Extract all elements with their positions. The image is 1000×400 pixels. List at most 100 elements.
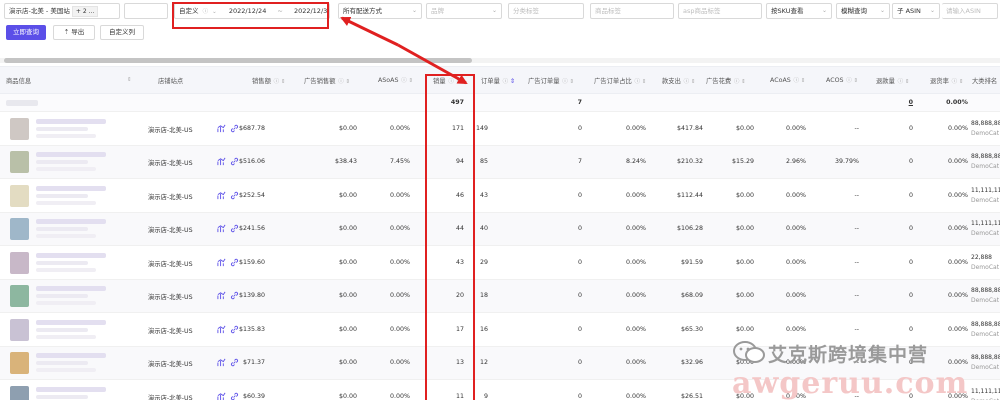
cell-ad-spend: $210.32 — [676, 158, 703, 166]
cell-ad-spend: $112.44 — [676, 191, 703, 199]
cell-orders: 43 — [479, 191, 488, 199]
table-row: 演示店-北美-US $241.56 $0.00 0.00% 44 40 0 0.00% $106… — [0, 212, 1000, 246]
product-thumbnail[interactable] — [10, 251, 29, 274]
chevron-down-icon: ⌄ — [411, 7, 417, 14]
col-asoas[interactable]: ASoAS ⓘ ⇕ — [378, 76, 413, 84]
col-acoas[interactable]: ACoAS ⓘ ⇕ — [770, 76, 805, 84]
link-icon[interactable] — [230, 358, 239, 367]
cell-ad-order-ratio: 0.00% — [625, 325, 646, 333]
horizontal-scrollbar[interactable] — [0, 58, 1000, 63]
cell-acos: 39.79% — [834, 158, 859, 166]
col-ad-sales[interactable]: 广告销售额 ⓘ ⇕ — [304, 76, 350, 85]
link-icon[interactable] — [230, 224, 239, 233]
custom-columns-button[interactable]: 自定义列 — [100, 25, 144, 40]
col-ad-cost[interactable]: 广告花费 ⓘ ⇕ — [706, 76, 746, 85]
link-icon[interactable] — [230, 392, 239, 400]
store-site: 演示店-北美-US — [148, 227, 193, 235]
export-button[interactable]: ⇡ 导出 — [53, 25, 95, 40]
cell-ad-sales: $0.00 — [338, 325, 357, 333]
cell-orders: 149 — [475, 124, 488, 132]
col-returns[interactable]: 退款量 ⓘ ⇕ — [876, 76, 910, 85]
col-orders[interactable]: 订单量 ⓘ ⇕ — [481, 76, 515, 85]
cell-rank-category: DemoCat — [971, 163, 1000, 171]
view-by-select[interactable]: 按SKU查看 ⌄ — [766, 3, 832, 19]
product-title-blurred[interactable] — [36, 286, 106, 292]
trend-chart-icon[interactable] — [217, 392, 226, 400]
col-rank[interactable]: 大类排名 — [972, 76, 997, 85]
product-title-blurred[interactable] — [36, 353, 106, 359]
summary-returns[interactable]: 0 — [909, 99, 913, 106]
sort-icon[interactable]: ⇕ — [126, 76, 132, 83]
product-thumbnail[interactable] — [10, 385, 29, 400]
cell-rank-category: DemoCat — [971, 297, 1000, 305]
site-extra-select[interactable] — [124, 3, 168, 19]
scrollbar-thumb[interactable] — [4, 58, 472, 63]
match-mode-value: 模糊查询 — [841, 7, 867, 15]
cell-rank: 11,111,11 — [971, 186, 1000, 194]
store-site: 演示店-北美-US — [148, 160, 193, 168]
product-title-blurred[interactable] — [36, 152, 106, 158]
product-thumbnail[interactable] — [10, 151, 29, 174]
col-ad-spend[interactable]: 款支出 ⓘ ⇕ — [662, 76, 696, 85]
cell-return-rate: 0.00% — [947, 325, 968, 333]
col-return-rate[interactable]: 退货率 ⓘ ⇕ — [930, 76, 964, 85]
col-sales-amount[interactable]: 销售额 ⓘ ⇕ — [252, 76, 286, 85]
cell-rank: 88,888,88 — [971, 119, 1000, 127]
product-tag-select[interactable]: 商品标签 — [590, 3, 674, 19]
store-more-tag[interactable]: + 2 ... — [71, 6, 99, 17]
product-thumbnail[interactable] — [10, 184, 29, 207]
cell-acoas: 0.00% — [785, 258, 806, 266]
cell-asoas: 0.00% — [389, 292, 410, 300]
cell-ad-sales: $0.00 — [338, 359, 357, 367]
link-icon[interactable] — [230, 124, 239, 133]
cell-acos: -- — [854, 292, 859, 300]
trend-chart-icon[interactable] — [217, 157, 226, 166]
table-row: 演示店-北美-US $516.06 $38.43 7.45% 94 85 7 8.24% $21… — [0, 145, 1000, 179]
product-title-blurred[interactable] — [36, 219, 106, 225]
product-thumbnail[interactable] — [10, 117, 29, 140]
product-thumbnail[interactable] — [10, 318, 29, 341]
cell-ad-order-ratio: 0.00% — [625, 191, 646, 199]
brand-select[interactable]: 品牌 ⌄ — [426, 3, 502, 19]
cell-ad-order-ratio: 0.00% — [625, 392, 646, 400]
link-icon[interactable] — [230, 291, 239, 300]
trend-chart-icon[interactable] — [217, 258, 226, 267]
link-icon[interactable] — [230, 258, 239, 267]
product-title-blurred[interactable] — [36, 118, 106, 124]
col-ad-orders[interactable]: 广告订单量 ⓘ ⇕ — [528, 76, 574, 85]
cell-acoas: 2.96% — [785, 158, 806, 166]
trend-chart-icon[interactable] — [217, 325, 226, 334]
trend-chart-icon[interactable] — [217, 291, 226, 300]
search-field-select[interactable]: 子 ASIN ⌄ — [892, 3, 940, 19]
product-title-blurred[interactable] — [36, 185, 106, 191]
product-thumbnail[interactable] — [10, 285, 29, 308]
trend-chart-icon[interactable] — [217, 224, 226, 233]
cell-ad-orders: 0 — [577, 258, 582, 266]
trend-chart-icon[interactable] — [217, 358, 226, 367]
product-title-blurred[interactable] — [36, 252, 106, 258]
category-tag-select[interactable]: 分类标签 — [508, 3, 584, 19]
link-icon[interactable] — [230, 157, 239, 166]
product-sku-blurred — [36, 167, 96, 172]
match-mode-select[interactable]: 模糊查询 ⌄ — [836, 3, 890, 19]
link-icon[interactable] — [230, 325, 239, 334]
trend-chart-icon[interactable] — [217, 124, 226, 133]
cell-return-rate: 0.00% — [947, 225, 968, 233]
cell-ad-order-ratio: 0.00% — [625, 292, 646, 300]
store-select[interactable]: 演示店-北美 - 美国站 + 2 ... — [4, 3, 120, 19]
product-asin-blurred — [36, 327, 88, 332]
search-input[interactable]: 请输入ASIN — [942, 3, 998, 19]
delivery-select[interactable]: 所有配送方式 ⌄ — [338, 3, 422, 19]
delivery-select-value: 所有配送方式 — [343, 7, 382, 15]
link-icon[interactable] — [230, 191, 239, 200]
product-thumbnail[interactable] — [10, 352, 29, 375]
product-thumbnail[interactable] — [10, 218, 29, 241]
product-title-blurred[interactable] — [36, 319, 106, 325]
trend-chart-icon[interactable] — [217, 191, 226, 200]
query-button[interactable]: 立即查询 — [6, 25, 46, 40]
col-ad-order-ratio[interactable]: 广告订单占比 ⓘ ⇕ — [594, 76, 646, 85]
wechat-logo-icon — [733, 341, 765, 363]
product-title-blurred[interactable] — [36, 386, 106, 392]
col-acos[interactable]: ACOS ⓘ ⇕ — [826, 76, 858, 84]
ad-tag-select[interactable]: asp商品标签 — [678, 3, 762, 19]
